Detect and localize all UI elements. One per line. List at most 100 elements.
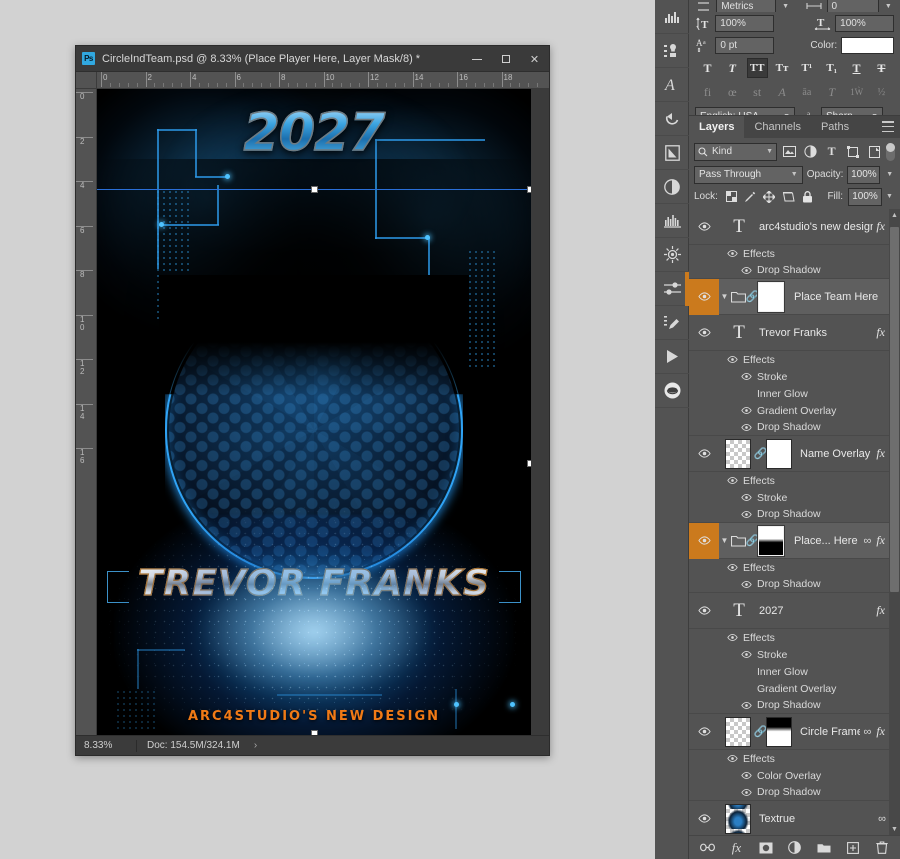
tab-channels[interactable]: Channels: [744, 116, 811, 138]
effects-visibility-toggle[interactable]: [725, 477, 739, 484]
minimize-button[interactable]: [462, 46, 491, 72]
layer-row[interactable]: TTrevor Franksfx▲: [689, 315, 900, 351]
effect-row[interactable]: Inner Glow: [689, 663, 900, 680]
fill-field[interactable]: 100%: [848, 187, 882, 206]
layer-visibility-toggle[interactable]: [689, 714, 719, 750]
link-layers-icon[interactable]: [700, 840, 716, 856]
layer-effects-badge-icon[interactable]: fx: [873, 724, 888, 739]
layer-filter-kind-select[interactable]: Kind ▼: [694, 142, 777, 161]
effect-row[interactable]: Inner Glow: [689, 385, 900, 402]
effect-row[interactable]: Drop Shadow: [689, 262, 900, 279]
type-layer-thumbnail[interactable]: T: [727, 318, 751, 348]
layer-name[interactable]: arc4studio's new design: [755, 221, 873, 233]
document-titlebar[interactable]: Ps CircleIndTeam.psd @ 8.33% (Place Play…: [76, 46, 549, 72]
mask-link-icon[interactable]: 🔗: [746, 534, 760, 547]
fractions-button[interactable]: ½: [871, 82, 892, 102]
layer-visibility-toggle[interactable]: [689, 436, 719, 472]
tracking-field[interactable]: 0: [826, 0, 879, 12]
effect-row[interactable]: Drop Shadow: [689, 697, 900, 714]
layer-row[interactable]: Tarc4studio's new designfx▲: [689, 209, 900, 245]
effect-visibility-toggle[interactable]: [739, 772, 753, 779]
effects-group-row[interactable]: Effects: [689, 245, 900, 262]
effect-row[interactable]: Color Overlay: [689, 767, 900, 784]
titling-alternates-button[interactable]: āa: [796, 82, 817, 102]
layer-row[interactable]: 🔗Name Overlayfx▲: [689, 436, 900, 472]
new-group-icon[interactable]: [816, 840, 832, 856]
lock-artboard-icon[interactable]: [780, 188, 797, 206]
effect-visibility-toggle[interactable]: [739, 373, 753, 380]
effect-row[interactable]: Stroke: [689, 368, 900, 385]
effects-visibility-toggle[interactable]: [725, 356, 739, 363]
strikethrough-button[interactable]: T: [871, 58, 892, 78]
layer-effects-badge-icon[interactable]: fx: [873, 325, 888, 340]
chevron-down-icon[interactable]: ▼: [883, 0, 894, 12]
effect-row[interactable]: Gradient Overlay: [689, 680, 900, 697]
layer-list[interactable]: Tarc4studio's new designfx▲EffectsDrop S…: [689, 209, 900, 835]
layer-name[interactable]: Circle Frame: [796, 726, 860, 738]
layer-thumbnail[interactable]: [725, 716, 751, 747]
styles-icon[interactable]: [655, 238, 689, 272]
status-expand-icon[interactable]: ›: [240, 740, 257, 751]
layer-thumbnail[interactable]: [725, 803, 751, 834]
effects-group-row[interactable]: Effects: [689, 629, 900, 646]
effect-row[interactable]: Drop Shadow: [689, 419, 900, 436]
linked-layers-badge-icon[interactable]: ∞: [875, 813, 888, 825]
layer-mask-thumbnail[interactable]: [766, 716, 792, 747]
layer-mask-thumbnail[interactable]: [766, 438, 792, 469]
tab-layers[interactable]: Layers: [689, 116, 745, 138]
vertical-scale-field[interactable]: 100%: [715, 14, 775, 32]
effect-visibility-toggle[interactable]: [739, 407, 753, 414]
maximize-button[interactable]: [491, 46, 520, 72]
lock-all-icon[interactable]: [799, 188, 816, 206]
effect-row[interactable]: Stroke: [689, 489, 900, 506]
layer-name[interactable]: Textrue: [755, 813, 875, 825]
effect-visibility-toggle[interactable]: [739, 788, 753, 796]
tab-paths[interactable]: Paths: [810, 116, 860, 138]
pixel-filter-icon[interactable]: [780, 143, 798, 161]
effects-visibility-toggle[interactable]: [725, 755, 739, 762]
scroll-down-icon[interactable]: ▼: [889, 823, 900, 835]
layer-list-scrollbar[interactable]: ▲ ▼: [889, 209, 900, 835]
effect-visibility-toggle[interactable]: [739, 266, 753, 274]
leading-field[interactable]: Metrics: [716, 0, 776, 12]
effect-visibility-toggle[interactable]: [739, 423, 753, 431]
add-layer-mask-icon[interactable]: [758, 840, 774, 856]
layer-thumbnail[interactable]: [725, 438, 751, 469]
scrollbar-thumb[interactable]: [890, 227, 899, 592]
ordinals-button[interactable]: T: [821, 82, 842, 102]
layer-name[interactable]: Place Team Here: [788, 291, 888, 303]
actions-icon[interactable]: [655, 102, 689, 136]
artboard[interactable]: 2027 TREVOR FRANKS ARC4STUDIO'S NEW DESI…: [97, 89, 531, 735]
effect-row[interactable]: Drop Shadow: [689, 576, 900, 593]
transform-handle-top-right[interactable]: [527, 186, 531, 193]
brush-settings-icon[interactable]: [655, 306, 689, 340]
add-layer-style-icon[interactable]: fx: [729, 840, 745, 856]
linked-layers-badge-icon[interactable]: ∞: [860, 726, 873, 738]
layer-effects-badge-icon[interactable]: fx: [873, 533, 888, 548]
glyphs-icon[interactable]: A: [655, 68, 689, 102]
effect-row[interactable]: Drop Shadow: [689, 506, 900, 523]
layer-effects-badge-icon[interactable]: fx: [873, 603, 888, 618]
layer-row[interactable]: T2027fx▲: [689, 593, 900, 629]
timeline-icon[interactable]: [655, 340, 689, 374]
adjustment-filter-icon[interactable]: [801, 143, 819, 161]
lock-image-pixels-icon[interactable]: [742, 188, 759, 206]
layer-name[interactable]: Trevor Franks: [755, 327, 873, 339]
smart-object-filter-icon[interactable]: [865, 143, 883, 161]
effect-row[interactable]: Stroke: [689, 646, 900, 663]
layer-visibility-toggle[interactable]: [689, 801, 719, 836]
adjustments-icon[interactable]: [655, 170, 689, 204]
layer-visibility-toggle[interactable]: [689, 278, 719, 315]
faux-bold-button[interactable]: T: [697, 58, 718, 78]
new-layer-icon[interactable]: [845, 840, 861, 856]
effect-row[interactable]: Gradient Overlay: [689, 402, 900, 419]
underline-button[interactable]: T: [846, 58, 867, 78]
mask-link-icon[interactable]: 🔗: [746, 290, 760, 303]
subscript-button[interactable]: T₁: [821, 58, 842, 78]
panel-menu-icon[interactable]: [882, 121, 894, 132]
blend-mode-select[interactable]: Pass Through ▼: [694, 165, 803, 184]
baseline-shift-field[interactable]: 0 pt: [715, 36, 775, 54]
contextual-alternates-button[interactable]: st: [747, 82, 768, 102]
effect-visibility-toggle[interactable]: [739, 651, 753, 658]
type-layer-thumbnail[interactable]: T: [727, 212, 751, 242]
